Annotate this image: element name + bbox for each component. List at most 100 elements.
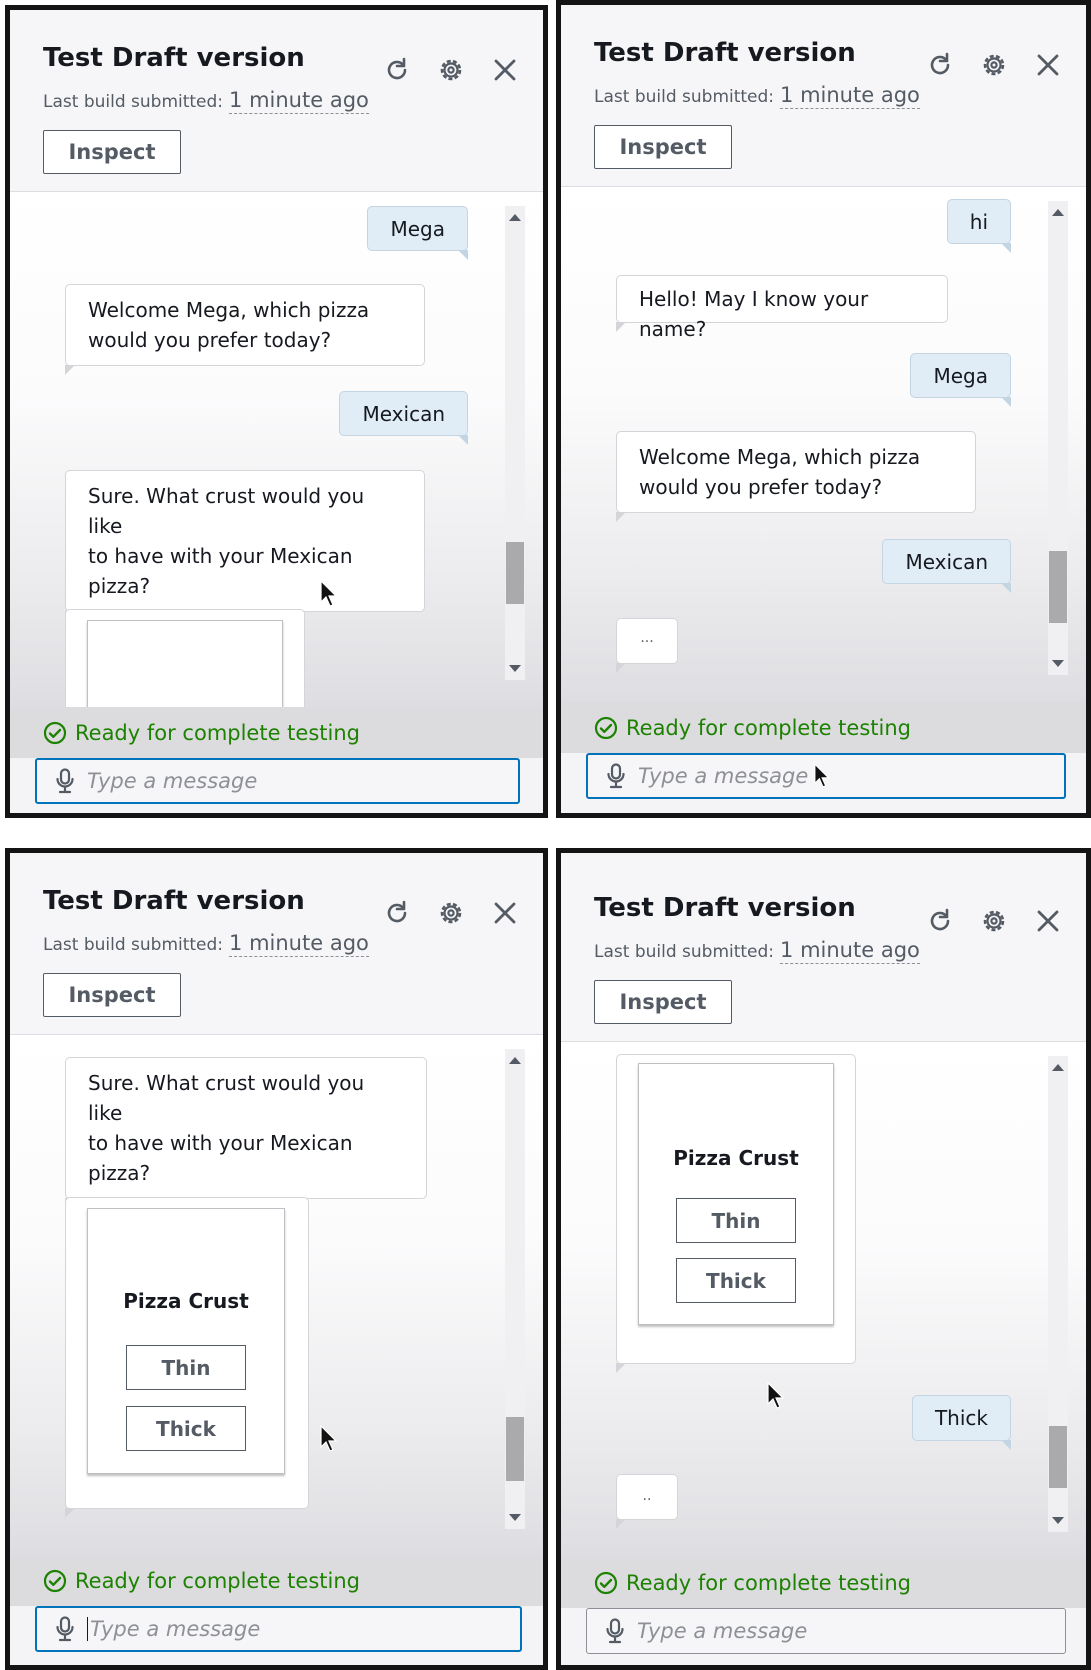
check-circle-icon	[43, 721, 67, 744]
panel-title: Test Draft version	[43, 43, 305, 73]
mouse-cursor-icon	[814, 763, 830, 788]
scroll-up-arrow[interactable]	[509, 214, 521, 221]
close-icon[interactable]	[489, 54, 521, 86]
status-text: Ready for complete testing	[75, 720, 360, 745]
message-line: Hello! May I know your name?	[639, 287, 869, 341]
user-message: hi	[946, 199, 1012, 253]
message-line: would you prefer today?	[88, 328, 332, 352]
input-placeholder: Type a message	[87, 1617, 260, 1641]
scroll-up-arrow[interactable]	[1052, 209, 1064, 216]
scroll-thumb[interactable]	[506, 542, 524, 604]
refresh-icon[interactable]	[381, 54, 413, 86]
message-line: Welcome Mega, which pizza	[88, 298, 370, 322]
mouse-cursor-icon	[320, 580, 338, 607]
user-message: Mega	[910, 353, 1011, 407]
scroll-down-arrow[interactable]	[1052, 1517, 1064, 1524]
chat-transcript[interactable]: Pizza Crust Thin Thick Thick ..	[561, 1042, 1086, 1557]
header-icons	[924, 49, 1064, 81]
scroll-down-arrow[interactable]	[509, 1514, 521, 1521]
inspect-button[interactable]: Inspect	[43, 973, 181, 1017]
settings-icon[interactable]	[978, 905, 1010, 937]
inspect-button[interactable]: Inspect	[43, 130, 181, 174]
settings-icon[interactable]	[978, 49, 1010, 81]
refresh-icon[interactable]	[381, 897, 413, 929]
chat-scrollbar[interactable]	[1048, 1056, 1068, 1532]
input-placeholder: Type a message	[638, 764, 809, 788]
card-title: Pizza Crust	[673, 1146, 799, 1170]
chat-panel-1: Test Draft version Last build submitted:…	[5, 5, 548, 818]
scroll-up-arrow[interactable]	[1052, 1064, 1064, 1071]
microphone-icon[interactable]	[55, 768, 75, 794]
user-message: Mexican	[339, 391, 468, 445]
inspect-button[interactable]: Inspect	[594, 980, 732, 1024]
scroll-thumb[interactable]	[1049, 1426, 1067, 1488]
inspect-button[interactable]: Inspect	[594, 125, 732, 169]
check-circle-icon	[43, 1569, 67, 1592]
typing-indicator: ..	[616, 1474, 678, 1529]
bot-message: Welcome Mega, which pizza would you pref…	[616, 431, 976, 522]
card-title: Pizza Crust	[123, 1289, 249, 1313]
header-icons	[924, 905, 1064, 937]
thick-option-button[interactable]: Thick	[676, 1258, 796, 1303]
message-line: Welcome Mega, which pizza	[639, 445, 921, 469]
scroll-thumb[interactable]	[1049, 551, 1067, 623]
scroll-down-arrow[interactable]	[1052, 660, 1064, 667]
message-line: pizza?	[88, 1161, 151, 1185]
header-icons	[381, 897, 521, 929]
scroll-down-arrow[interactable]	[509, 665, 521, 672]
settings-icon[interactable]	[435, 897, 467, 929]
message-input[interactable]: Type a message	[586, 753, 1066, 799]
panel-header: Test Draft version Last build submitted:…	[10, 10, 543, 192]
refresh-icon[interactable]	[924, 905, 956, 937]
chat-transcript[interactable]: hi Hello! May I know your name? Mega Wel…	[561, 187, 1086, 702]
close-icon[interactable]	[1032, 49, 1064, 81]
scroll-thumb[interactable]	[506, 1417, 524, 1481]
chat-transcript[interactable]: Sure. What crust would you like to have …	[10, 1035, 543, 1555]
microphone-icon[interactable]	[606, 763, 626, 789]
status-text: Ready for complete testing	[75, 1568, 360, 1593]
user-message: Thick	[911, 1395, 1012, 1450]
scroll-up-arrow[interactable]	[509, 1057, 521, 1064]
message-input[interactable]: Type a message	[586, 1608, 1066, 1654]
message-line: to have with your Mexican	[88, 544, 353, 568]
chat-panel-4: Test Draft version Last build submitted:…	[556, 848, 1091, 1670]
input-placeholder: Type a message	[637, 1619, 808, 1643]
message-line: would you prefer today?	[639, 475, 883, 499]
response-card	[65, 609, 305, 707]
close-icon[interactable]	[489, 897, 521, 929]
thin-option-button[interactable]: Thin	[126, 1345, 246, 1390]
status-text: Ready for complete testing	[626, 1570, 911, 1595]
last-build-time[interactable]: 1 minute ago	[229, 931, 369, 957]
last-build-time[interactable]: 1 minute ago	[780, 83, 920, 109]
microphone-icon[interactable]	[605, 1618, 625, 1644]
last-build-time[interactable]: 1 minute ago	[229, 88, 369, 114]
response-card: Pizza Crust Thin Thick	[65, 1197, 309, 1518]
typing-indicator: ...	[616, 618, 678, 673]
message-input[interactable]: Type a message	[35, 1606, 522, 1652]
message-line: to have with your Mexican	[88, 1131, 353, 1155]
chat-panel-3: Test Draft version Last build submitted:…	[5, 848, 548, 1670]
last-build-label: Last build submitted:	[43, 92, 224, 112]
chat-transcript[interactable]: Mega Welcome Mega, which pizza would you…	[10, 192, 543, 707]
microphone-icon[interactable]	[55, 1616, 75, 1642]
panel-header: Test Draft version Last build submitted:…	[561, 5, 1086, 187]
chat-scrollbar[interactable]	[1048, 201, 1068, 675]
status-bar: Ready for complete testing	[10, 707, 543, 758]
last-build-label: Last build submitted:	[43, 935, 224, 955]
refresh-icon[interactable]	[924, 49, 956, 81]
chat-scrollbar[interactable]	[505, 1049, 525, 1529]
thick-option-button[interactable]: Thick	[126, 1406, 246, 1451]
last-build-time[interactable]: 1 minute ago	[780, 938, 920, 964]
status-text: Ready for complete testing	[626, 715, 911, 740]
card-body	[87, 620, 283, 707]
settings-icon[interactable]	[435, 54, 467, 86]
user-message: Mexican	[882, 539, 1011, 593]
thin-option-button[interactable]: Thin	[676, 1198, 796, 1243]
message-input[interactable]: Type a message	[35, 758, 520, 804]
close-icon[interactable]	[1032, 905, 1064, 937]
chat-scrollbar[interactable]	[505, 206, 525, 680]
mouse-cursor-icon	[320, 1425, 338, 1452]
last-build-info: Last build submitted: 1 minute ago	[43, 88, 369, 114]
card-body: Pizza Crust Thin Thick	[87, 1208, 285, 1474]
last-build-info: Last build submitted: 1 minute ago	[594, 938, 920, 964]
